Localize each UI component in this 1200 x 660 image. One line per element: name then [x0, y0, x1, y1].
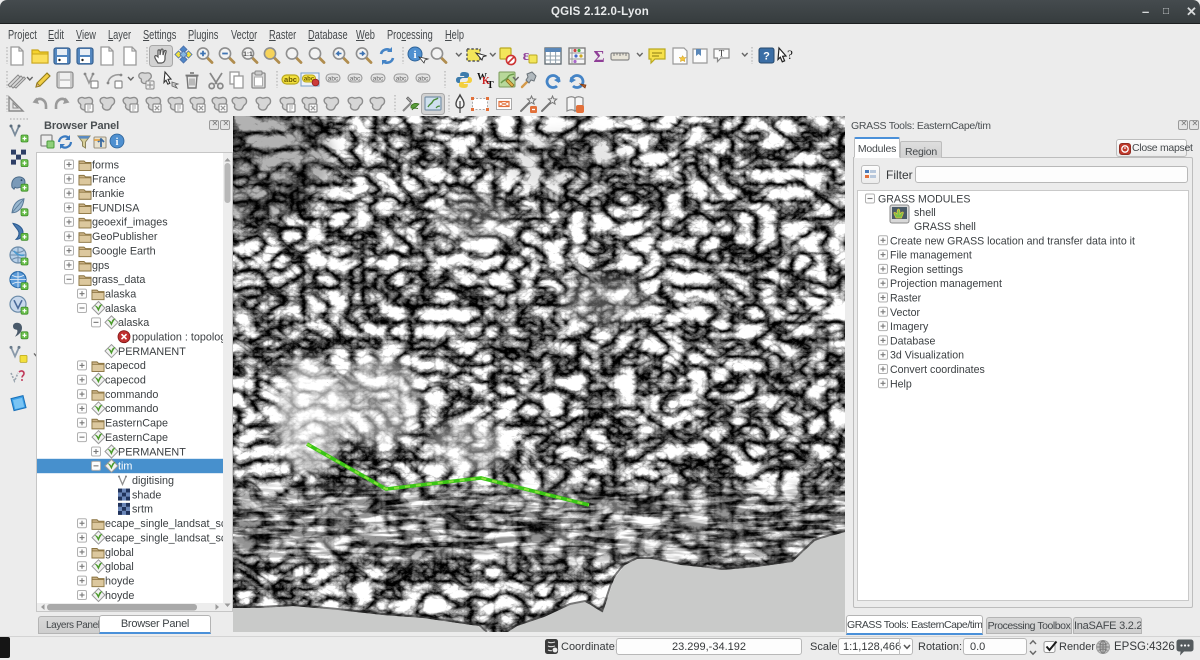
svg-text:capecod: capecod	[105, 360, 146, 372]
svg-text:hoyde: hoyde	[105, 575, 134, 587]
svg-text:shade: shade	[132, 489, 161, 501]
svg-text:srtm: srtm	[132, 504, 153, 516]
svg-text:ecape_single_landsat_scene: ecape_single_landsat_scene	[105, 532, 232, 544]
svg-text:Create new GRASS location and: Create new GRASS location and transfer d…	[890, 235, 1135, 247]
svg-text:Imagery: Imagery	[890, 321, 929, 333]
svg-text:FUNDISA: FUNDISA	[92, 202, 140, 214]
svg-text:commando: commando	[105, 403, 158, 415]
svg-text:digitising: digitising	[132, 475, 174, 487]
svg-text:global: global	[105, 547, 134, 559]
svg-text:GeoPublisher: GeoPublisher	[92, 231, 158, 243]
svg-text:alaska: alaska	[118, 317, 149, 329]
svg-text:shell: shell	[914, 207, 936, 219]
svg-text:Help: Help	[890, 378, 912, 390]
svg-text:GRASS shell: GRASS shell	[914, 221, 976, 233]
svg-text:France: France	[92, 174, 126, 186]
svg-text:alaska: alaska	[105, 289, 136, 301]
svg-text:PERMANENT: PERMANENT	[118, 346, 186, 358]
svg-text:Database: Database	[890, 335, 935, 347]
svg-text:ecape_single_landsat_scene: ecape_single_landsat_scene	[105, 518, 232, 530]
svg-text:geoexif_images: geoexif_images	[92, 217, 168, 229]
svg-text:Raster: Raster	[890, 293, 922, 305]
svg-text:commando: commando	[105, 389, 158, 401]
svg-text:population : topology r: population : topology r	[132, 332, 232, 344]
svg-text:i: i	[116, 137, 119, 148]
svg-text:forms: forms	[92, 159, 120, 171]
svg-text:PERMANENT: PERMANENT	[118, 446, 186, 458]
svg-text:capecod: capecod	[105, 375, 146, 387]
svg-text:File management: File management	[890, 250, 972, 262]
svg-text:hoyde: hoyde	[105, 590, 134, 602]
svg-text:GRASS MODULES: GRASS MODULES	[878, 194, 970, 206]
svg-text:Vector: Vector	[890, 307, 921, 319]
svg-text:alaska: alaska	[105, 303, 136, 315]
svg-text:EasternCape: EasternCape	[105, 418, 168, 430]
svg-text:grass_data: grass_data	[92, 274, 145, 286]
svg-text:gps: gps	[92, 260, 110, 272]
svg-text:global: global	[105, 561, 134, 573]
svg-text:frankie: frankie	[92, 188, 124, 200]
svg-text:EasternCape: EasternCape	[105, 432, 168, 444]
svg-text:Region settings: Region settings	[890, 264, 963, 276]
svg-text:Projection management: Projection management	[890, 278, 1002, 290]
svg-text:Convert coordinates: Convert coordinates	[890, 364, 985, 376]
svg-text:tim: tim	[118, 461, 132, 473]
svg-text:Google Earth: Google Earth	[92, 245, 156, 257]
svg-text:3d Visualization: 3d Visualization	[890, 350, 964, 362]
